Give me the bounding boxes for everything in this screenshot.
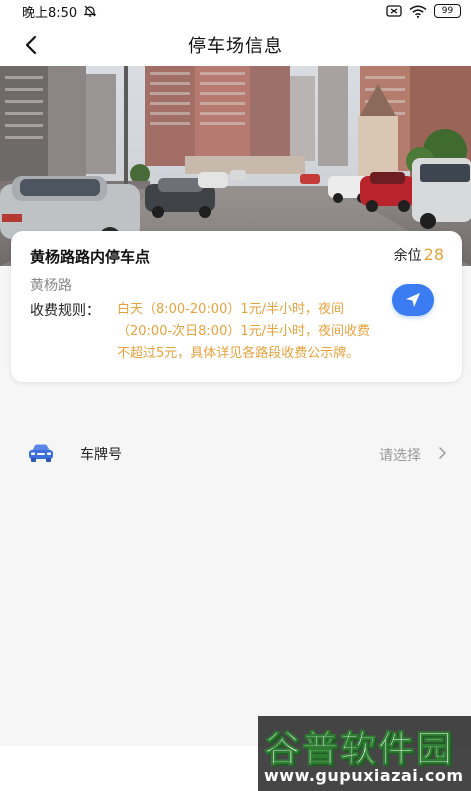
fee-rules-text: 白天（8:00-20:00）1元/半小时，夜间（20:00-次日8:00）1元/… — [117, 302, 370, 361]
parking-info-card: 黄杨路路内停车点 余位 28 黄杨路 收费规则： 白天（8:00-20:00）1… — [11, 231, 462, 382]
watermark: 谷普软件园 www.gupuxiazai.com — [258, 716, 471, 791]
available-spaces: 余位 28 — [394, 245, 444, 265]
navigation-arrow-icon — [404, 291, 422, 309]
wifi-icon — [409, 5, 427, 18]
sim-icon — [386, 5, 402, 17]
plate-number-selector[interactable]: 车牌号 请选择 — [0, 428, 471, 480]
available-spaces-label: 余位 — [393, 248, 422, 264]
plate-number-label: 车牌号 — [80, 447, 122, 463]
status-time: 晚上8:50 — [22, 5, 78, 21]
watermark-logo-text: 谷普软件园 — [263, 729, 455, 771]
page-title: 停车场信息 — [188, 36, 283, 57]
chevron-right-icon — [438, 446, 447, 460]
status-right: 99 — [386, 4, 461, 18]
status-left: 晚上8:50 — [22, 2, 97, 21]
watermark-url: www.gupuxiazai.com — [264, 766, 464, 785]
navigate-button[interactable] — [392, 284, 434, 316]
road-name: 黄杨路 — [30, 278, 72, 294]
parking-lot-name: 黄杨路路内停车点 — [30, 248, 151, 266]
alarm-off-icon — [83, 4, 97, 18]
available-spaces-count: 28 — [423, 245, 444, 264]
fee-rules-label: 收费规则： — [30, 303, 100, 319]
car-icon — [28, 443, 54, 463]
status-bar: 晚上8:50 99 — [0, 0, 471, 22]
battery-icon: 99 — [434, 4, 461, 18]
nav-bar: 停车场信息 — [0, 22, 471, 66]
plate-number-value: 请选择 — [379, 448, 421, 464]
